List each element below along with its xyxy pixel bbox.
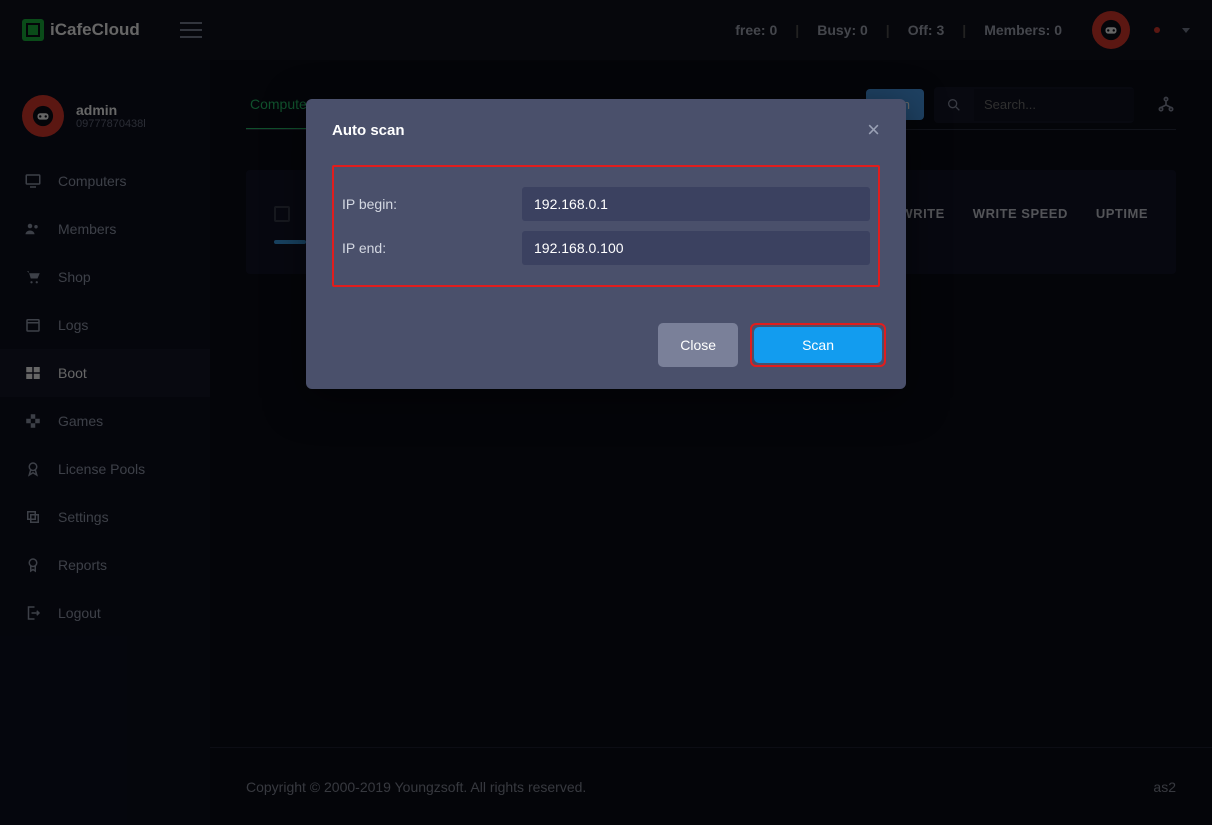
scan-button[interactable]: Scan: [754, 327, 882, 363]
close-button[interactable]: Close: [658, 323, 738, 367]
modal-header: Auto scan ×: [306, 99, 906, 153]
scan-button-highlight: Scan: [750, 323, 886, 367]
close-icon[interactable]: ×: [867, 119, 880, 141]
ip-end-row: IP end:: [342, 231, 870, 265]
ip-begin-label: IP begin:: [342, 196, 522, 212]
ip-end-label: IP end:: [342, 240, 522, 256]
ip-begin-row: IP begin:: [342, 187, 870, 221]
modal-footer: Close Scan: [306, 305, 906, 389]
ip-begin-input[interactable]: [522, 187, 870, 221]
auto-scan-modal: Auto scan × IP begin: IP end: Close Scan: [306, 99, 906, 389]
ip-range-highlight: IP begin: IP end:: [332, 165, 880, 287]
close-button-label: Close: [680, 337, 716, 353]
scan-button-label: Scan: [802, 337, 834, 353]
modal-title: Auto scan: [332, 122, 405, 139]
modal-body: IP begin: IP end:: [306, 153, 906, 305]
ip-end-input[interactable]: [522, 231, 870, 265]
